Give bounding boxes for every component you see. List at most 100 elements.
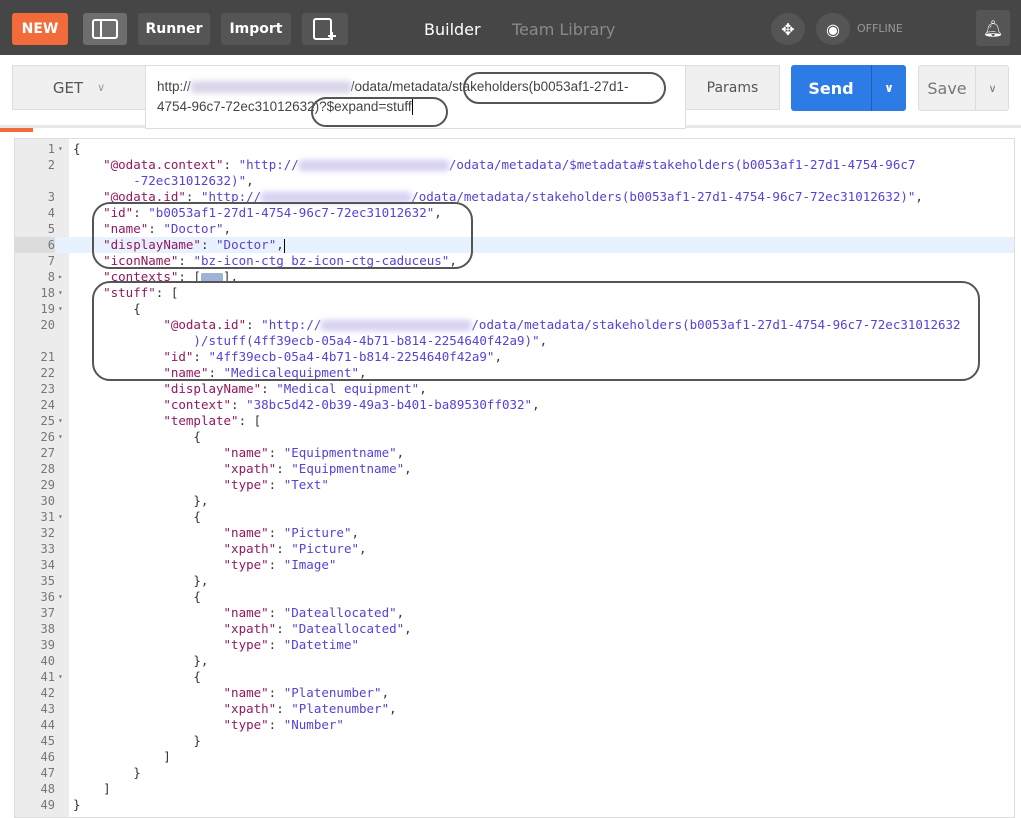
send-label[interactable]: Send <box>791 65 871 111</box>
code-line[interactable]: 34 "type": "Image" <box>15 557 1014 573</box>
code-line[interactable]: 36 ▾ { <box>15 589 1014 605</box>
method-select[interactable]: GET ∨ <box>12 65 146 110</box>
send-options-chevron-icon[interactable]: ∨ <box>871 65 906 111</box>
line-number: 33 <box>40 542 55 556</box>
code-line[interactable]: 27 "name": "Equipmentname", <box>15 445 1014 461</box>
json-punct <box>73 317 163 332</box>
json-key: "type" <box>223 637 269 652</box>
json-punct: : <box>268 717 284 732</box>
line-number: 2 <box>47 158 55 172</box>
code-text: } <box>73 765 141 781</box>
interceptor-button[interactable]: ✥ <box>771 13 805 45</box>
code-line[interactable]: 25 ▾ "template": [ <box>15 413 1014 429</box>
tab-team-library[interactable]: Team Library <box>512 20 615 39</box>
params-button[interactable]: Params <box>685 65 780 110</box>
fold-collapse-icon[interactable]: ▾ <box>58 589 63 605</box>
code-line[interactable]: 42 "name": "Platenumber", <box>15 685 1014 701</box>
code-line[interactable]: 26 ▾ { <box>15 429 1014 445</box>
code-line[interactable]: 1 ▾ { <box>15 141 1014 157</box>
line-number: 25 <box>40 414 55 428</box>
fold-collapse-icon[interactable]: ▾ <box>58 301 63 317</box>
code-line[interactable]: 32 "name": "Picture", <box>15 525 1014 541</box>
code-line[interactable]: 44 "type": "Number" <box>15 717 1014 733</box>
code-line[interactable]: 37 "name": "Dateallocated", <box>15 605 1014 621</box>
json-punct: ] <box>73 749 171 764</box>
json-punct: { <box>73 301 141 316</box>
code-line[interactable]: 43 "xpath": "Platenumber", <box>15 701 1014 717</box>
save-options-chevron-icon[interactable]: ∨ <box>975 66 1009 110</box>
code-line[interactable]: 8 ▸ "contexts": [], <box>15 269 1014 285</box>
request-body-editor[interactable]: 1 ▾{2 "@odata.context": "http:///odata/me… <box>14 138 1015 818</box>
code-line[interactable]: 4 "id": "b0053af1-27d1-4754-96c7-72ec310… <box>15 205 1014 221</box>
json-string: "Datetime" <box>283 637 359 652</box>
code-line[interactable]: 23 "displayName": "Medical equipment", <box>15 381 1014 397</box>
code-line[interactable]: 28 "xpath": "Equipmentname", <box>15 461 1014 477</box>
json-punct: : <box>276 701 292 716</box>
code-line[interactable]: 41 ▾ { <box>15 669 1014 685</box>
code-text: "xpath": "Equipmentname", <box>73 461 412 477</box>
fold-collapse-icon[interactable]: ▾ <box>58 285 63 301</box>
send-button[interactable]: Send ∨ <box>791 65 906 111</box>
code-line[interactable]: 45 } <box>15 733 1014 749</box>
json-punct <box>73 461 224 476</box>
code-line[interactable]: 39 "type": "Datetime" <box>15 637 1014 653</box>
fold-collapse-icon[interactable]: ▾ <box>58 429 63 445</box>
code-line[interactable]: 46 ] <box>15 749 1014 765</box>
code-line[interactable]: 35 }, <box>15 573 1014 589</box>
line-number: 23 <box>40 382 55 396</box>
code-line[interactable]: 33 "xpath": "Picture", <box>15 541 1014 557</box>
code-text: "type": "Number" <box>73 717 344 733</box>
json-punct <box>73 285 103 300</box>
new-button[interactable]: NEW <box>12 13 68 45</box>
code-line[interactable]: 22 "name": "Medicalequipment", <box>15 365 1014 381</box>
json-string: "Platenumber" <box>283 685 382 700</box>
json-string: "Medical equipment" <box>276 381 420 396</box>
code-line[interactable]: 5 "name": "Doctor", <box>15 221 1014 237</box>
json-punct <box>73 349 163 364</box>
code-line[interactable]: 49} <box>15 797 1014 813</box>
code-line[interactable]: 19 ▾ { <box>15 301 1014 317</box>
code-line[interactable]: 20 "@odata.id": "http:// /odata/metadata/… <box>15 317 1014 333</box>
code-line[interactable]: 2 "@odata.context": "http:// /odata/metad… <box>15 157 1014 173</box>
code-line[interactable]: 48 ] <box>15 781 1014 797</box>
code-line[interactable]: 29 "type": "Text" <box>15 477 1014 493</box>
json-key: "name" <box>223 605 269 620</box>
code-line[interactable]: 24 "context": "38bc5d42-0b39-49a3-b401-b… <box>15 397 1014 413</box>
code-text: "template": [ <box>73 413 261 429</box>
runner-button[interactable]: Runner <box>138 13 210 45</box>
new-window-button[interactable] <box>302 13 348 45</box>
json-key: "displayName" <box>103 237 201 252</box>
tab-builder[interactable]: Builder <box>424 20 481 39</box>
save-label[interactable]: Save <box>919 66 975 110</box>
notifications-button[interactable]: 🔔︎ <box>976 10 1010 46</box>
fold-collapse-icon[interactable]: ▾ <box>58 141 63 157</box>
fold-collapse-icon[interactable]: ▾ <box>58 669 63 685</box>
fold-expand-icon[interactable]: ▸ <box>58 269 63 285</box>
code-line[interactable]: 3 "@odata.id": "http:// /odata/metadata/s… <box>15 189 1014 205</box>
line-number: 3 <box>47 190 55 204</box>
code-line[interactable]: 31 ▾ { <box>15 509 1014 525</box>
toggle-sidebar-button[interactable] <box>83 13 127 45</box>
code-line[interactable]: 6 "displayName": "Doctor", <box>15 237 1014 253</box>
save-button[interactable]: Save ∨ <box>918 65 1009 111</box>
json-punct <box>73 621 224 636</box>
code-line[interactable]: -72ec31012632)", <box>15 173 1014 189</box>
json-punct: : <box>261 381 277 396</box>
url-input[interactable]: http:// /odata/metadata/stakeholders(b005… <box>145 65 686 129</box>
fold-collapse-icon[interactable]: ▾ <box>58 413 63 429</box>
code-line[interactable]: 7 "iconName": "bz-icon-ctg bz-icon-ctg-c… <box>15 253 1014 269</box>
code-line[interactable]: 40 }, <box>15 653 1014 669</box>
code-text: "contexts": [], <box>73 269 238 285</box>
sync-button[interactable]: ◉ <box>816 13 850 45</box>
import-button[interactable]: Import <box>221 13 291 45</box>
code-line[interactable]: 47 } <box>15 765 1014 781</box>
code-line[interactable]: 38 "xpath": "Dateallocated", <box>15 621 1014 637</box>
code-line[interactable]: 30 }, <box>15 493 1014 509</box>
fold-collapse-icon[interactable]: ▾ <box>58 509 63 525</box>
code-text: "type": "Text" <box>73 477 329 493</box>
code-line[interactable]: )/stuff(4ff39ecb-05a4-4b71-b814-2254640f… <box>15 333 1014 349</box>
code-line[interactable]: 21 "id": "4ff39ecb-05a4-4b71-b814-225464… <box>15 349 1014 365</box>
json-string: "Dateallocated" <box>291 621 405 636</box>
collapsed-array-icon[interactable] <box>200 272 223 283</box>
code-line[interactable]: 18 ▾ "stuff": [ <box>15 285 1014 301</box>
